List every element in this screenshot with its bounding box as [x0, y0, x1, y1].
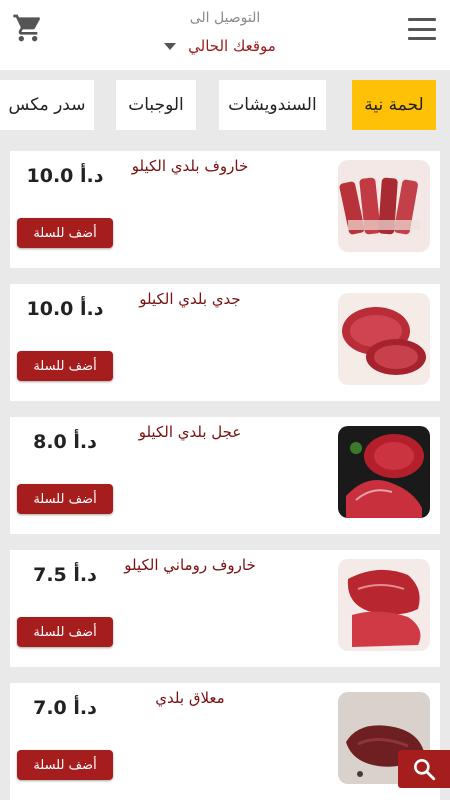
product-name: خاروف روماني الكيلو [124, 556, 256, 574]
search-icon [414, 759, 436, 781]
lamb-meat-image [338, 160, 430, 252]
product-card[interactable]: خاروف بلدي الكيلو 10.0 د.أ أضف للسلة [10, 151, 440, 268]
veal-meat-image [338, 426, 430, 518]
romanian-lamb-image [338, 559, 430, 651]
add-to-cart-button[interactable]: أضف للسلة [17, 218, 113, 248]
goat-meat-image [338, 293, 430, 385]
tab-meals[interactable]: الوجبات [116, 80, 196, 130]
menu-button[interactable] [408, 18, 436, 40]
product-card[interactable]: عجل بلدي الكيلو 8.0 د.أ أضف للسلة [10, 417, 440, 534]
product-card[interactable]: خاروف روماني الكيلو 7.5 د.أ أضف للسلة [10, 550, 440, 667]
location-text: موقعك الحالي [188, 37, 276, 55]
product-name: معلاق بلدي [155, 689, 225, 707]
tab-sandwiches[interactable]: السندويشات [219, 80, 326, 130]
product-name: خاروف بلدي الكيلو [131, 157, 249, 175]
category-tabs: لحمة نية السندويشات الوجبات سدر مكس [0, 80, 450, 130]
product-name: جدي بلدي الكيلو [139, 290, 241, 308]
search-button[interactable] [398, 750, 450, 788]
product-card[interactable]: معلاق بلدي 7.0 د.أ أضف للسلة [10, 683, 440, 800]
add-to-cart-button[interactable]: أضف للسلة [17, 351, 113, 381]
location-selector[interactable]: موقعك الحالي [150, 34, 290, 58]
tab-raw-meat[interactable]: لحمة نية [352, 80, 436, 130]
product-price: 7.0 د.أ [33, 697, 97, 719]
product-card[interactable]: جدي بلدي الكيلو 10.0 د.أ أضف للسلة [10, 284, 440, 401]
hamburger-icon [408, 18, 436, 21]
product-price: 10.0 د.أ [26, 298, 104, 320]
add-to-cart-button[interactable]: أضف للسلة [17, 484, 113, 514]
add-to-cart-button[interactable]: أضف للسلة [17, 750, 113, 780]
app-header: التوصيل الى موقعك الحالي [0, 0, 450, 70]
chevron-down-icon [164, 42, 177, 50]
product-price: 7.5 د.أ [33, 564, 97, 586]
product-price: 8.0 د.أ [33, 431, 97, 453]
product-name: عجل بلدي الكيلو [138, 423, 242, 441]
add-to-cart-button[interactable]: أضف للسلة [17, 617, 113, 647]
deliver-to-label: التوصيل الى [189, 10, 261, 26]
tab-mix[interactable]: سدر مكس [0, 80, 94, 130]
product-price: 10.0 د.أ [26, 165, 104, 187]
